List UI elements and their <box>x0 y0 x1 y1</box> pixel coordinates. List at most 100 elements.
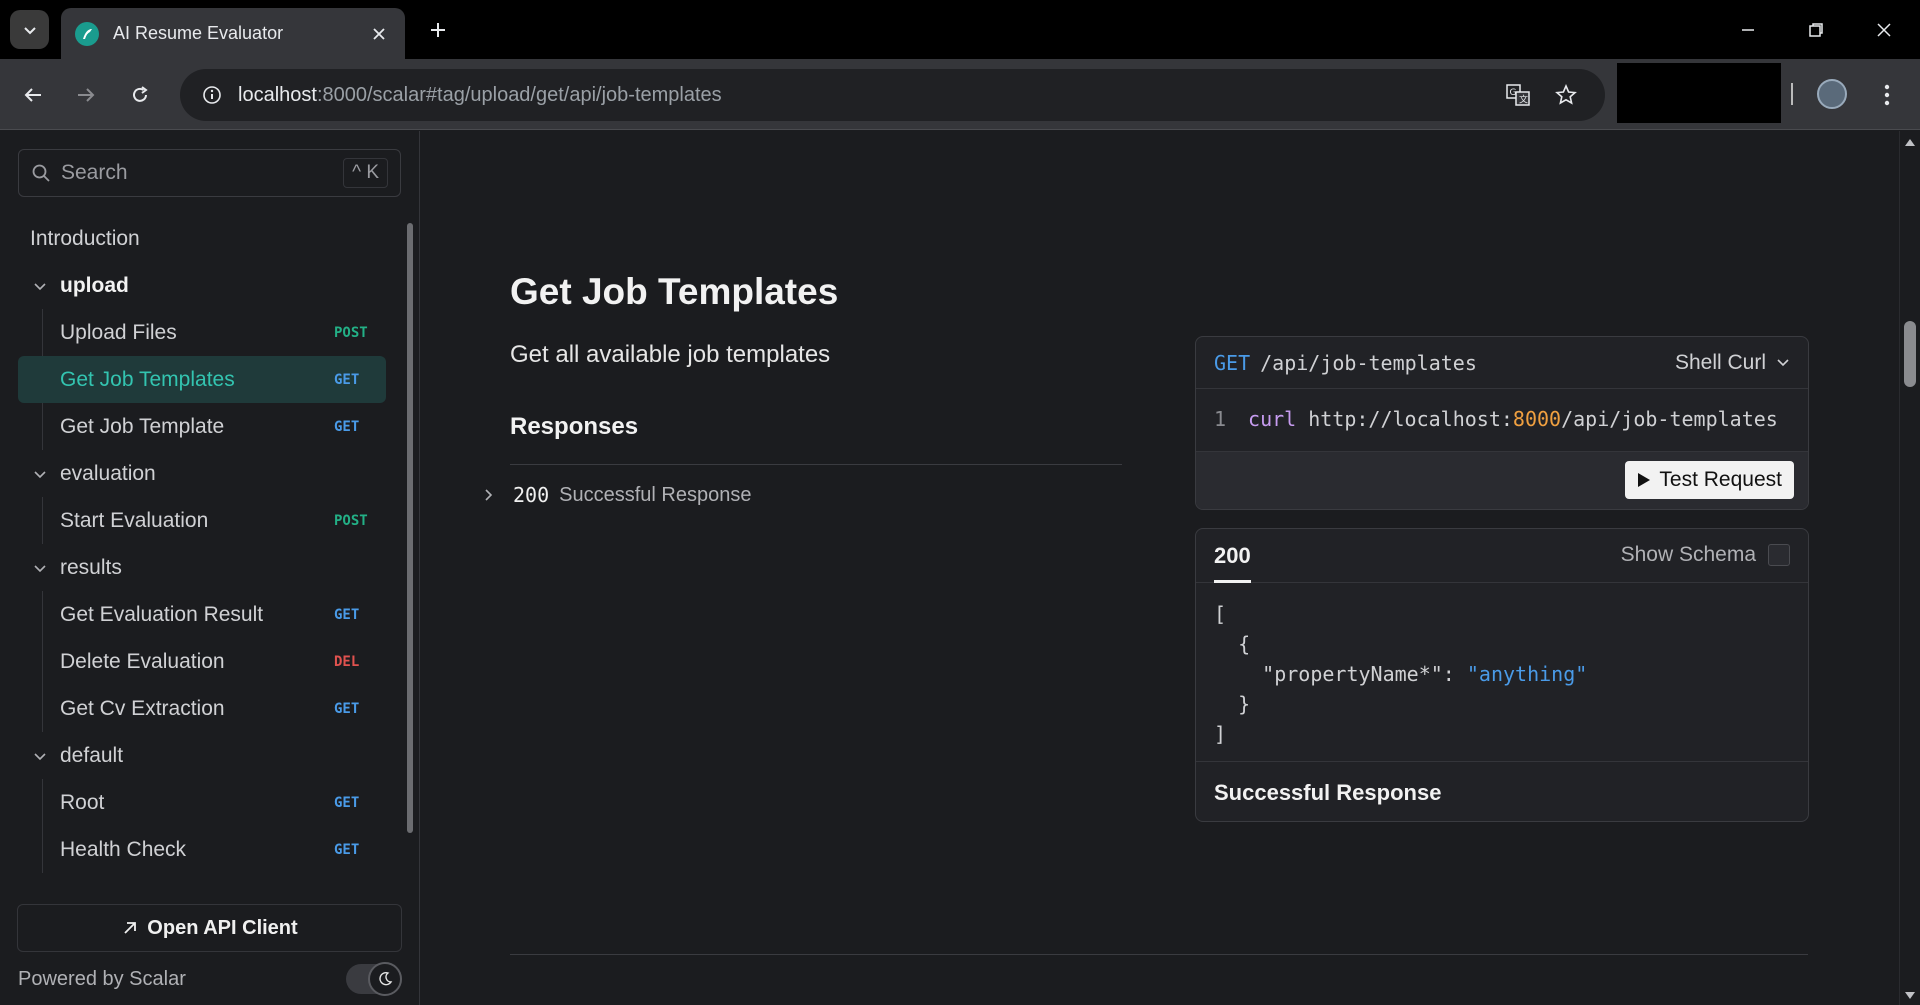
toolbar-divider <box>1791 83 1793 105</box>
chevron-down-icon <box>30 749 50 763</box>
forward-icon[interactable] <box>68 77 104 113</box>
sidebar-group-default[interactable]: default <box>18 732 386 779</box>
sidebar-group-upload[interactable]: upload <box>18 262 386 309</box>
language-selector[interactable]: Shell Curl <box>1675 351 1790 375</box>
search-shortcut-hint: ^ K <box>343 158 388 188</box>
browser-toolbar: localhost:8000/scalar#tag/upload/get/api… <box>0 59 1920 130</box>
redacted-extension-area <box>1617 63 1781 123</box>
show-schema-checkbox[interactable] <box>1768 544 1790 566</box>
chevron-down-icon <box>30 279 50 293</box>
dark-mode-toggle[interactable] <box>346 962 402 996</box>
sidebar-item-label: Get Evaluation Result <box>60 602 264 626</box>
back-icon[interactable] <box>15 77 51 113</box>
divider <box>510 464 1122 465</box>
play-icon <box>1638 473 1651 487</box>
language-label: Shell Curl <box>1674 350 1766 374</box>
method-badge: GET <box>334 371 360 388</box>
code-url-part: http://localhost: <box>1308 407 1513 431</box>
restore-icon[interactable] <box>1796 14 1836 46</box>
show-schema-toggle[interactable]: Show Schema <box>1621 543 1790 567</box>
method-badge: GET <box>334 841 360 858</box>
sidebar-item-start-evaluation[interactable]: Start Evaluation POST <box>18 497 386 544</box>
response-card-footer: Successful Response <box>1196 761 1808 821</box>
sidebar-group-label: results <box>60 555 122 579</box>
sidebar-group-results[interactable]: results <box>18 544 386 591</box>
scroll-down-arrow-icon[interactable] <box>1904 991 1916 1001</box>
sidebar-item-label: Get Job Templates <box>60 367 235 391</box>
main-content: Get Job Templates Get all available job … <box>421 131 1899 1005</box>
reload-icon[interactable] <box>122 77 158 113</box>
code-command: curl <box>1248 407 1297 431</box>
request-path: /api/job-templates <box>1260 350 1477 375</box>
page-scrollbar[interactable] <box>1899 131 1920 1005</box>
scroll-up-arrow-icon[interactable] <box>1904 137 1916 147</box>
response-code: 200 <box>513 483 550 507</box>
sidebar-group-evaluation[interactable]: evaluation <box>18 450 386 497</box>
sidebar-item-label: Introduction <box>30 226 140 250</box>
sidebar-item-label: Delete Evaluation <box>60 649 225 673</box>
method-badge: GET <box>334 606 360 623</box>
chevron-down-icon <box>30 561 50 575</box>
code-url-port: 8000 <box>1512 407 1562 431</box>
close-tab-icon[interactable] <box>367 22 391 46</box>
tab-200[interactable]: 200 <box>1214 529 1251 583</box>
svg-text:G: G <box>1510 88 1517 98</box>
code-url-path: /api/job-templates <box>1561 407 1778 431</box>
response-json: [ { "propertyName*": "anything" } ] <box>1214 602 1588 746</box>
sidebar-item-upload-files[interactable]: Upload Files POST <box>18 309 386 356</box>
tab-title: AI Resume Evaluator <box>113 23 284 43</box>
more-menu-icon[interactable] <box>1872 77 1902 113</box>
curl-code-line: 1 curl http://localhost: 8000/api/job-tem… <box>1196 389 1808 449</box>
response-200-row[interactable]: 200 Successful Response <box>483 483 751 507</box>
sidebar-item-get-evaluation-result[interactable]: Get Evaluation Result GET <box>18 591 386 638</box>
request-method: GET <box>1214 350 1251 375</box>
request-card-footer: Test Request <box>1196 451 1808 509</box>
translate-icon[interactable]: G文 <box>1500 69 1536 121</box>
search-icon <box>32 164 50 182</box>
sidebar-item-introduction[interactable]: Introduction <box>18 215 386 262</box>
close-window-icon[interactable] <box>1864 14 1904 46</box>
search-input[interactable]: Search ^ K <box>18 149 401 197</box>
sidebar-item-get-cv-extraction[interactable]: Get Cv Extraction GET <box>18 685 386 732</box>
method-badge: GET <box>334 418 360 435</box>
page-description: Get all available job templates <box>510 341 831 368</box>
search-placeholder: Search <box>61 161 128 184</box>
sidebar-item-label: Health Check <box>60 837 187 861</box>
site-info-icon[interactable] <box>200 83 224 107</box>
sidebar-item-get-job-template[interactable]: Get Job Template GET <box>18 403 386 450</box>
browser-tab[interactable]: AI Resume Evaluator <box>61 8 405 59</box>
method-badge: GET <box>334 794 360 811</box>
sidebar-item-delete-evaluation[interactable]: Delete Evaluation DEL <box>18 638 386 685</box>
sidebar-item-health-check[interactable]: Health Check GET <box>18 826 386 873</box>
request-example-card: GET /api/job-templates Shell Curl 1 curl… <box>1195 336 1809 510</box>
minimize-icon[interactable] <box>1728 14 1768 46</box>
responses-heading: Responses <box>510 413 639 440</box>
sidebar-group-label: evaluation <box>60 461 156 485</box>
scalar-logo-icon <box>75 21 99 46</box>
sidebar-nav: Introduction upload Upload Files POST Ge… <box>18 215 386 873</box>
page-scroll-thumb[interactable] <box>1904 321 1916 387</box>
arrow-up-right-icon <box>124 922 137 934</box>
sidebar-group-label: upload <box>60 273 129 297</box>
chevron-down-icon <box>1776 351 1790 375</box>
bookmark-star-icon[interactable] <box>1548 69 1584 121</box>
test-request-button[interactable]: Test Request <box>1625 461 1794 499</box>
profile-avatar[interactable] <box>1817 79 1847 109</box>
chevron-down-icon <box>23 26 36 34</box>
open-api-client-button[interactable]: Open API Client <box>17 904 402 952</box>
response-example-card: 200 Show Schema [ { "propertyName*": "an… <box>1195 528 1809 822</box>
tab-search-button[interactable] <box>10 10 49 49</box>
address-bar[interactable]: localhost:8000/scalar#tag/upload/get/api… <box>180 69 1605 121</box>
method-badge: DEL <box>334 653 360 670</box>
open-api-client-label: Open API Client <box>147 916 298 939</box>
sidebar-scroll-thumb[interactable] <box>407 223 413 833</box>
method-badge: POST <box>334 512 368 529</box>
sidebar-item-root[interactable]: Root GET <box>18 779 386 826</box>
sidebar-item-get-job-templates[interactable]: Get Job Templates GET <box>18 356 386 403</box>
new-tab-icon[interactable] <box>424 16 452 44</box>
powered-by-text: Powered by Scalar <box>18 968 186 990</box>
svg-text:文: 文 <box>1519 94 1528 106</box>
divider <box>510 954 1808 955</box>
line-number: 1 <box>1214 407 1227 431</box>
sidebar-scrollbar[interactable] <box>405 211 415 891</box>
